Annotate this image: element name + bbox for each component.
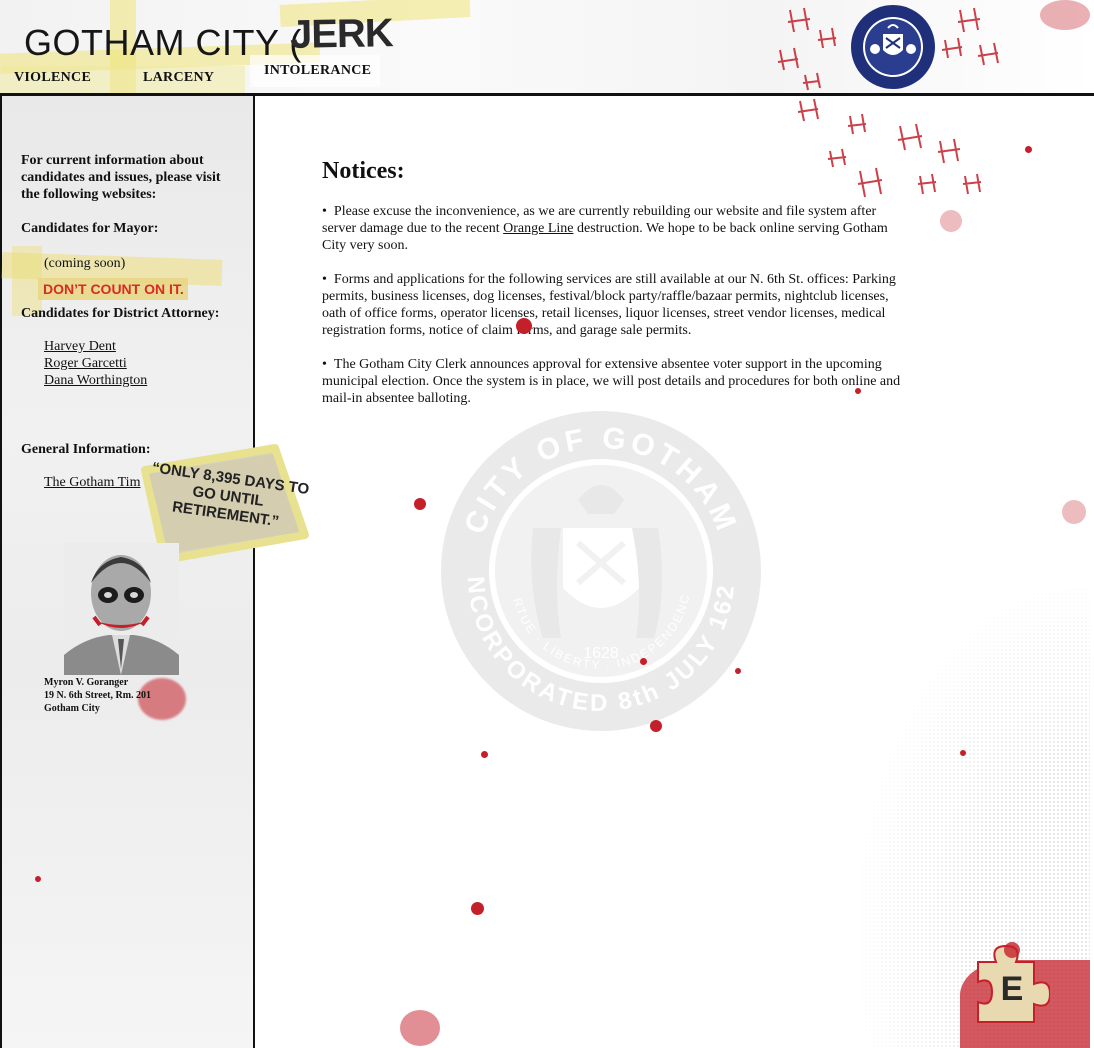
blood-splatter (855, 388, 861, 394)
blood-splatter (471, 902, 484, 915)
blood-splatter (940, 210, 962, 232)
blood-splatter (516, 318, 532, 334)
blood-splatter (735, 668, 741, 674)
orange-line-link[interactable]: Orange Line (503, 221, 573, 236)
general-heading: General Information: (21, 442, 151, 457)
notice-item: • Please excuse the inconvenience, as we… (322, 204, 888, 253)
blood-splatter (414, 498, 426, 510)
jerk-graffiti: JERK (289, 11, 394, 57)
blood-splatter (640, 658, 647, 665)
blood-splatter (1040, 0, 1090, 30)
da-candidate-link[interactable]: Dana Worthington (44, 373, 147, 389)
notice-text: The Gotham City Clerk announces approval… (322, 357, 901, 406)
blood-splatter (650, 720, 662, 732)
city-seal-icon (851, 5, 935, 89)
clerk-city: Gotham City (44, 703, 100, 714)
clerk-name: Myron V. Goranger (44, 677, 129, 688)
blood-splatter (1025, 146, 1032, 153)
da-heading: Candidates for District Attorney: (21, 306, 220, 321)
mayor-heading: Candidates for Mayor: (21, 221, 159, 236)
blood-splatter (35, 876, 41, 882)
notice-text: Forms and applications for the following… (322, 272, 896, 338)
notice-item: • The Gotham City Clerk announces approv… (322, 357, 901, 406)
clerk-contact: Myron V. Goranger 19 N. 6th Street, Rm. … (44, 676, 151, 715)
da-candidate-link[interactable]: Roger Garcetti (44, 356, 127, 372)
puzzle-piece-icon[interactable]: E (972, 940, 1050, 1024)
blood-splatter (400, 1010, 440, 1046)
svg-text:1628: 1628 (583, 645, 619, 662)
gotham-times-link[interactable]: The Gotham Tim (44, 475, 140, 491)
site-title: GOTHAM CITY ( (24, 22, 302, 63)
puzzle-letter: E (1001, 970, 1024, 1008)
site-header: GOTHAM CITY ( JERK VIOLENCE LARCENY INTO… (0, 0, 1094, 96)
notice-item: • Forms and applications for the followi… (322, 272, 896, 338)
da-candidate-link[interactable]: Harvey Dent (44, 339, 116, 355)
blood-splatter (481, 751, 488, 758)
blood-splatter (1062, 500, 1086, 524)
clerk-photo (64, 543, 179, 675)
notices-heading: Notices: (322, 158, 405, 184)
nav-intolerance[interactable]: INTOLERANCE (264, 63, 371, 79)
sidebar-intro: For current information about candidates… (21, 153, 221, 202)
nav-violence[interactable]: VIOLENCE (14, 70, 91, 86)
graffiti-dont-count: DON’T COUNT ON IT. (38, 278, 188, 300)
clerk-address: 19 N. 6th Street, Rm. 201 (44, 690, 152, 701)
city-seal-watermark-icon: CITY OF GOTHAM INCORPORATED 8th JULY 162… (438, 408, 761, 731)
nav-larceny[interactable]: LARCENY (143, 70, 214, 86)
mayor-status: (coming soon) (44, 256, 126, 271)
